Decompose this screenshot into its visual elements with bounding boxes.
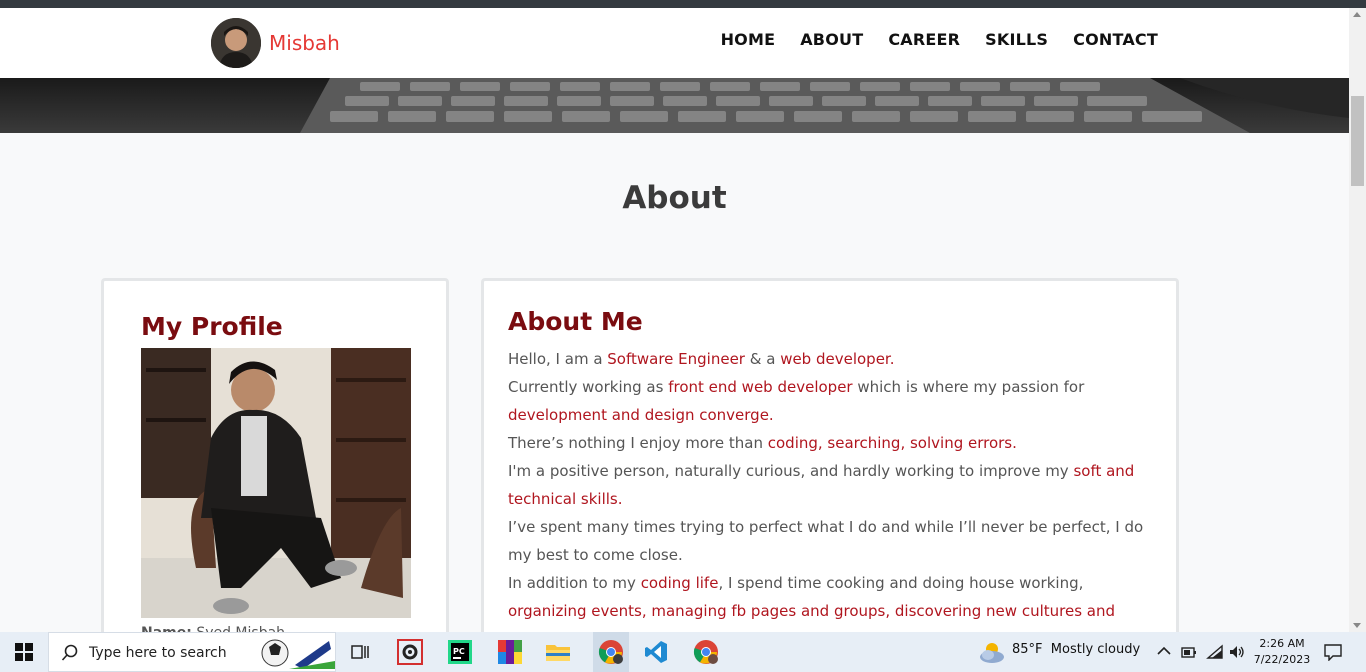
nav-skills[interactable]: SKILLS — [985, 30, 1048, 49]
start-button[interactable] — [0, 632, 48, 672]
about-line: Hello, I am a Software Engineer & a web … — [508, 345, 1148, 373]
weather-cloudy-icon — [980, 643, 1004, 663]
pycharm-icon[interactable]: PC — [446, 638, 474, 666]
nav-contact[interactable]: CONTACT — [1073, 30, 1158, 49]
about-card: About Me Hello, I am a Software Engineer… — [481, 278, 1179, 672]
vscode-icon[interactable] — [642, 638, 670, 666]
chrome-active-icon[interactable] — [593, 632, 629, 672]
search-highlight-icon — [261, 639, 335, 669]
browser-top-strip — [0, 0, 1366, 8]
about-highlight-text: organizing events, managing fb pages and… — [508, 602, 1116, 620]
about-line: development and design converge. — [508, 401, 1148, 429]
scroll-thumb[interactable] — [1351, 96, 1364, 186]
nav-career[interactable]: CAREER — [888, 30, 960, 49]
search-placeholder: Type here to search — [89, 645, 227, 661]
about-highlight-text: Software Engineer — [607, 350, 745, 368]
about-plain-text: my best to come close. — [508, 546, 683, 564]
taskbar-clock[interactable]: 2:26 AM 7/22/2023 — [1252, 636, 1312, 668]
section-title: About — [622, 180, 727, 216]
profile-card: My Profile Name: Syed Misbah — [101, 278, 449, 672]
winrar-icon[interactable] — [496, 638, 524, 666]
clock-time: 2:26 AM — [1259, 637, 1305, 650]
scroll-down-icon[interactable] — [1353, 623, 1361, 628]
weather-readout[interactable]: 85°F Mostly cloudy — [1012, 642, 1140, 657]
about-line: Currently working as front end web devel… — [508, 373, 1148, 401]
about-highlight-text: front end web developer — [668, 378, 853, 396]
about-line: In addition to my coding life, I spend t… — [508, 569, 1148, 597]
volume-icon[interactable] — [1228, 644, 1246, 660]
about-plain-text: There’s nothing I enjoy more than — [508, 434, 768, 452]
about-line: organizing events, managing fb pages and… — [508, 597, 1148, 625]
about-text: Hello, I am a Software Engineer & a web … — [508, 345, 1148, 625]
settings-app-icon[interactable] — [396, 638, 424, 666]
nav-about[interactable]: ABOUT — [800, 30, 863, 49]
brand[interactable]: Misbah — [211, 18, 340, 68]
about-line: There’s nothing I enjoy more than coding… — [508, 429, 1148, 457]
about-plain-text: which is where my passion for — [852, 378, 1085, 396]
chevron-up-icon[interactable] — [1157, 646, 1171, 656]
profile-photo — [141, 348, 411, 618]
about-highlight-text: coding life — [640, 574, 719, 592]
about-highlight-text: web developer. — [780, 350, 895, 368]
taskbar: Type here to search PC 85°F Mostly cloud… — [0, 632, 1366, 672]
battery-icon[interactable] — [1180, 644, 1198, 660]
about-line: my best to come close. — [508, 541, 1148, 569]
about-highlight-text: coding, searching, solving errors. — [767, 434, 1017, 452]
search-icon — [61, 644, 78, 661]
about-plain-text: & a — [744, 350, 781, 368]
wifi-icon[interactable] — [1206, 644, 1224, 660]
about-line: technical skills. — [508, 485, 1148, 513]
chrome-profile-icon[interactable] — [692, 638, 720, 666]
notifications-icon[interactable] — [1324, 643, 1342, 661]
about-highlight-text: soft and — [1073, 462, 1135, 480]
about-highlight-text: development and design converge. — [508, 406, 774, 424]
file-explorer-icon[interactable] — [544, 638, 572, 666]
about-heading: About Me — [508, 307, 643, 336]
about-highlight-text: technical skills. — [508, 490, 623, 508]
clock-date: 7/22/2023 — [1253, 653, 1311, 666]
weather-text: Mostly cloudy — [1050, 642, 1141, 657]
about-plain-text: I’ve spent many times trying to perfect … — [508, 518, 1144, 536]
profile-heading: My Profile — [141, 312, 283, 341]
hero-keyboard-image — [0, 78, 1349, 133]
nav-home[interactable]: HOME — [721, 30, 776, 49]
about-line: I’ve spent many times trying to perfect … — [508, 513, 1148, 541]
avatar — [211, 18, 261, 68]
windows-icon — [15, 643, 33, 661]
weather-temp: 85°F — [1012, 642, 1043, 657]
nav-links: HOME ABOUT CAREER SKILLS CONTACT — [721, 30, 1158, 49]
about-line: I'm a positive person, naturally curious… — [508, 457, 1148, 485]
task-view-icon[interactable] — [346, 638, 374, 666]
about-plain-text: I'm a positive person, naturally curious… — [508, 462, 1074, 480]
scroll-up-icon[interactable] — [1353, 12, 1361, 17]
navbar: Misbah HOME ABOUT CAREER SKILLS CONTACT — [0, 8, 1349, 78]
taskbar-search[interactable]: Type here to search — [48, 632, 336, 672]
brand-name: Misbah — [269, 31, 340, 55]
about-plain-text: In addition to my — [508, 574, 641, 592]
svg-text:PC: PC — [453, 647, 465, 656]
about-plain-text: Hello, I am a — [508, 350, 608, 368]
about-plain-text: , I spend time cooking and doing house w… — [718, 574, 1084, 592]
about-plain-text: Currently working as — [508, 378, 669, 396]
page-scrollbar[interactable] — [1349, 8, 1366, 632]
